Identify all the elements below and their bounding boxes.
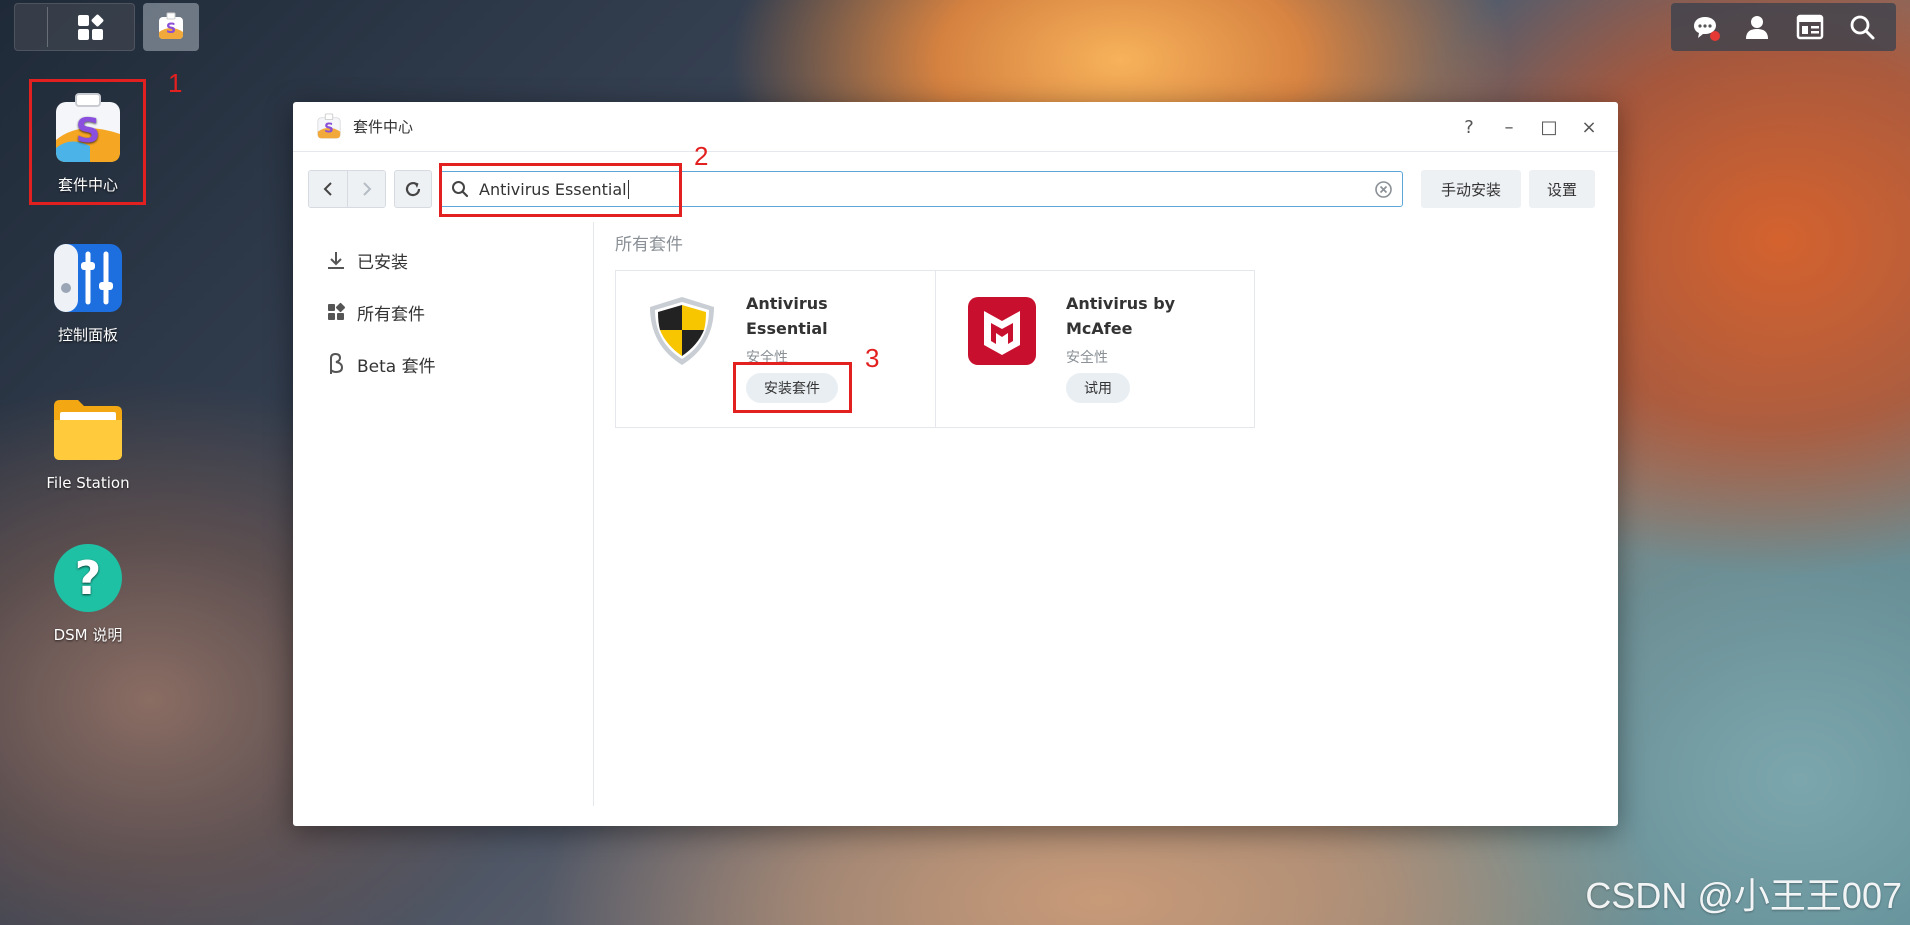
help-label: ? bbox=[1464, 116, 1474, 138]
search-icon[interactable] bbox=[1847, 12, 1877, 42]
annotation-number-1: 1 bbox=[168, 68, 183, 98]
maximize-label: □ bbox=[1540, 116, 1558, 138]
help-icon: ? bbox=[54, 544, 122, 612]
grid-icon bbox=[77, 13, 104, 40]
annotation-box-1 bbox=[29, 79, 146, 205]
window-titlebar[interactable]: S 套件中心 ? – □ × bbox=[293, 102, 1618, 152]
back-button[interactable] bbox=[309, 171, 347, 207]
annotation-number-2: 2 bbox=[694, 141, 709, 171]
grid-icon bbox=[325, 301, 347, 323]
help-button[interactable]: ? bbox=[1460, 116, 1478, 138]
annotation-box-3 bbox=[733, 362, 852, 413]
close-label: × bbox=[1581, 116, 1597, 138]
sidebar-item-installed[interactable]: 已安装 bbox=[293, 234, 593, 286]
nav-group bbox=[308, 170, 386, 208]
section-title: 所有套件 bbox=[615, 235, 683, 255]
watermark: CSDN @小王王007 bbox=[1585, 875, 1902, 916]
taskbar-left: S bbox=[14, 3, 199, 51]
taskbar-divider bbox=[46, 7, 48, 47]
beta-icon bbox=[325, 353, 347, 375]
mcafee-icon bbox=[968, 297, 1036, 365]
sidebar-item-all-packages[interactable]: 所有套件 bbox=[293, 286, 593, 338]
control-panel-icon bbox=[54, 244, 122, 312]
taskbar-package-center-button[interactable]: S bbox=[143, 3, 199, 51]
manual-install-button[interactable]: 手动安装 bbox=[1421, 170, 1521, 208]
svg-text:?: ? bbox=[75, 551, 102, 605]
window-controls: ? – □ × bbox=[1460, 102, 1598, 152]
package-category: 安全性 bbox=[1066, 350, 1108, 366]
main-content: 所有套件 Antivirus Essential 安全性 安装套件 Antivi… bbox=[595, 222, 1618, 826]
package-name: Antivirus Essential bbox=[746, 294, 828, 338]
forward-button[interactable] bbox=[347, 171, 385, 207]
annotation-box-2 bbox=[439, 163, 682, 217]
chevron-left-icon bbox=[323, 182, 332, 196]
shield-icon bbox=[650, 297, 714, 365]
desktop-file-station[interactable]: File Station bbox=[28, 390, 148, 492]
close-button[interactable]: × bbox=[1580, 116, 1598, 138]
chat-icon[interactable] bbox=[1690, 12, 1721, 42]
sidebar-item-beta[interactable]: Beta 套件 bbox=[293, 338, 593, 390]
sidebar-item-label: 已安装 bbox=[357, 252, 408, 273]
package-card[interactable]: Antivirus by McAfee 安全性 试用 bbox=[935, 271, 1254, 427]
package-name: Antivirus by McAfee bbox=[1066, 294, 1176, 338]
trial-button[interactable]: 试用 bbox=[1066, 373, 1130, 403]
taskbar-right bbox=[1671, 3, 1896, 51]
desktop-control-panel[interactable]: 控制面板 bbox=[28, 240, 148, 345]
widgets-icon[interactable] bbox=[1795, 12, 1825, 42]
settings-button[interactable]: 设置 bbox=[1529, 170, 1595, 208]
refresh-icon bbox=[405, 181, 421, 197]
sidebar-item-label: Beta 套件 bbox=[357, 356, 436, 377]
folder-icon bbox=[54, 400, 122, 460]
package-center-icon: S bbox=[317, 112, 341, 139]
package-list: Antivirus Essential 安全性 安装套件 Antivirus b… bbox=[615, 270, 1255, 428]
desktop-icon-label: 控制面板 bbox=[57, 326, 118, 344]
svg-text:S: S bbox=[166, 21, 176, 37]
minimize-button[interactable]: – bbox=[1500, 116, 1518, 138]
sidebar-item-label: 所有套件 bbox=[357, 304, 425, 325]
notification-badge bbox=[1710, 31, 1721, 41]
annotation-number-3: 3 bbox=[865, 343, 880, 373]
user-icon[interactable] bbox=[1742, 12, 1772, 42]
refresh-button[interactable] bbox=[394, 170, 432, 208]
main-menu-button[interactable] bbox=[14, 3, 135, 51]
svg-text:S: S bbox=[324, 121, 333, 136]
desktop-dsm-help[interactable]: ? DSM 说明 bbox=[28, 540, 148, 645]
minimize-label: – bbox=[1504, 116, 1514, 138]
maximize-button[interactable]: □ bbox=[1540, 116, 1558, 138]
download-icon bbox=[325, 249, 347, 271]
chevron-right-icon bbox=[362, 182, 371, 196]
window-title: 套件中心 bbox=[353, 118, 414, 136]
desktop-icon-label: DSM 说明 bbox=[53, 626, 123, 644]
clear-icon[interactable] bbox=[1375, 181, 1392, 198]
sidebar: 已安装 所有套件 Beta 套件 bbox=[293, 222, 594, 806]
package-center-icon: S bbox=[159, 12, 183, 39]
desktop-icon-label: File Station bbox=[46, 474, 130, 492]
